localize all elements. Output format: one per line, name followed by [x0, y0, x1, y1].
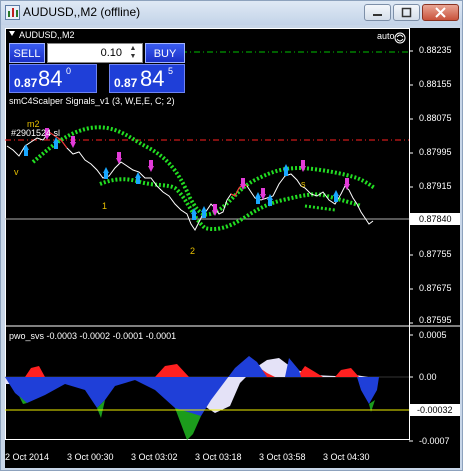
bear-arrow	[70, 136, 76, 148]
subwindow-tick: 0.00	[419, 372, 437, 382]
bull-arrow	[23, 144, 29, 156]
time-tick: 3 Oct 04:30	[323, 452, 370, 462]
bull-arrow	[255, 192, 261, 204]
price-series	[6, 131, 374, 231]
price-tick: 0.87995	[419, 147, 452, 157]
subwindow-tick: -0.0007	[419, 436, 450, 446]
price-tick: 0.87675	[419, 283, 452, 293]
bear-signal-arrows	[44, 128, 350, 216]
subwindow-label: pwo_svs -0.0003 -0.0002 -0.0001 -0.0001	[9, 331, 177, 341]
maximize-button[interactable]	[393, 4, 420, 21]
buy-price-big: 84	[140, 66, 165, 91]
chart-window: AUDUSD,,M2 (offline) AUDUSD,,M2 auto smC…	[0, 0, 463, 471]
price-tick: 0.87595	[419, 315, 452, 325]
symbol-menu-icon	[9, 31, 15, 36]
lot-spinner-icon[interactable]: ▲ ▼	[126, 45, 140, 61]
sell-button[interactable]: SELL	[9, 43, 45, 63]
bear-arrow	[344, 178, 350, 190]
time-tick: 3 Oct 03:18	[195, 452, 242, 462]
sell-price-box[interactable]: 0.87 84 0	[9, 64, 97, 93]
bull-signal-arrows	[23, 137, 339, 220]
bear-arrow	[300, 160, 306, 172]
subwindow-histogram	[5, 356, 409, 440]
lower-channel	[99, 177, 362, 231]
lot-size-input[interactable]: 0.10 ▲ ▼	[47, 43, 143, 63]
wave-label-1: 1	[102, 201, 108, 211]
bear-arrow	[148, 160, 154, 172]
price-tick: 0.88155	[419, 79, 452, 89]
window-title: AUDUSD,,M2 (offline)	[23, 5, 141, 19]
price-tick: 0.88075	[419, 113, 452, 123]
indicator-label: smC4Scalper Signals_v1 (3, W,E,E, C; 2)	[9, 96, 175, 106]
chart-app-icon	[5, 5, 20, 20]
buy-price-prefix: 0.87	[114, 76, 138, 90]
wave-label-m2: m2	[27, 119, 40, 129]
wave-label-s: s	[301, 179, 306, 189]
maximize-icon	[401, 7, 412, 18]
current-price-label: 0.87840	[419, 214, 452, 224]
price-tick: 0.88235	[419, 45, 452, 55]
sell-price-pips: 0	[66, 66, 72, 76]
chart-canvas	[5, 28, 460, 442]
lot-size-value[interactable]: 0.10	[101, 47, 122, 59]
symbol-label: AUDUSD,,M2	[19, 30, 75, 40]
fragment-label: #2901524 sl	[11, 128, 61, 138]
close-button[interactable]	[422, 4, 459, 21]
sell-price-big: 84	[38, 66, 63, 91]
auto-label[interactable]: auto	[377, 31, 395, 41]
minimize-button[interactable]	[364, 4, 391, 21]
sell-price-prefix: 0.87	[14, 76, 38, 90]
close-icon	[435, 7, 446, 18]
time-tick: 3 Oct 03:02	[131, 452, 178, 462]
minimize-icon	[373, 14, 382, 16]
one-click-trading-panel: SELL 0.10 ▲ ▼ BUY 0.87 84 0 0.87 84 5	[9, 43, 185, 93]
bull-arrow	[283, 164, 289, 176]
buy-price-box[interactable]: 0.87 84 5	[109, 64, 185, 93]
bull-arrow	[333, 190, 339, 202]
subwindow-tick: 0.0005	[419, 330, 447, 340]
wave-label-2: 2	[190, 246, 196, 256]
buy-button[interactable]: BUY	[145, 43, 185, 63]
time-tick: 3 Oct 03:58	[259, 452, 306, 462]
chart-area[interactable]: AUDUSD,,M2 auto smC4Scalper Signals_v1 (…	[5, 28, 460, 468]
subwindow-value-label: -0.00032	[417, 405, 453, 415]
wave-label-v: v	[14, 167, 19, 177]
time-tick: 3 Oct 00:30	[67, 452, 114, 462]
price-tick: 0.87755	[419, 249, 452, 259]
time-tick: 2 Oct 2014	[5, 452, 50, 462]
title-bar[interactable]: AUDUSD,,M2 (offline)	[1, 1, 462, 25]
buy-price-pips: 5	[168, 66, 174, 76]
channel-fragment	[304, 204, 336, 212]
histogram-red	[25, 364, 359, 377]
price-tick: 0.87915	[419, 181, 452, 191]
